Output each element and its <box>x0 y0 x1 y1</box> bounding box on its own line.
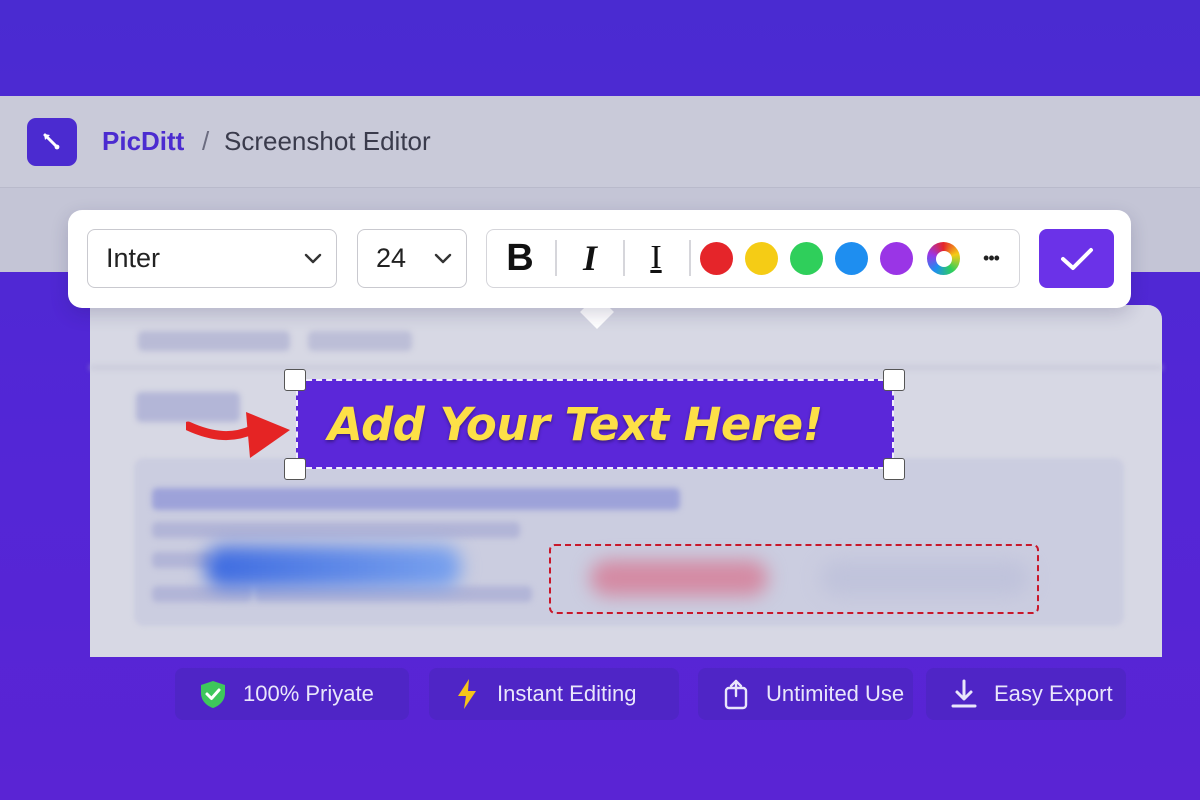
feature-badge: Easy Export <box>926 668 1126 720</box>
text-annotation-content[interactable]: Add Your Text Here! <box>328 398 823 451</box>
color-swatch-purple[interactable] <box>880 242 913 275</box>
share-icon <box>720 678 752 710</box>
feature-badge: 100% Priyate <box>175 668 409 720</box>
app-header: PicDitt / Screenshot Editor <box>0 96 1200 188</box>
divider <box>689 240 691 276</box>
more-icon: ••• <box>983 247 1000 268</box>
blurred-content <box>138 331 290 351</box>
bold-label: B <box>506 236 534 279</box>
brand-name[interactable]: PicDitt <box>102 126 184 157</box>
feature-label: Untimited Use <box>766 681 905 706</box>
blurred-content <box>152 522 520 538</box>
lightning-icon <box>451 678 483 710</box>
font-family-value: Inter <box>106 243 161 273</box>
chevron-down-icon <box>434 253 452 263</box>
feature-badge: Instant Editing <box>429 668 679 720</box>
resize-handle-top-left[interactable] <box>284 369 306 391</box>
more-options-button[interactable]: ••• <box>971 230 1011 286</box>
blurred-content <box>308 331 412 351</box>
feature-badge: Untimited Use <box>698 668 913 720</box>
resize-handle-bottom-left[interactable] <box>284 458 306 480</box>
underline-button[interactable]: I <box>633 230 679 286</box>
custom-color-center <box>935 250 952 267</box>
underline-label: I <box>650 239 662 276</box>
blurred-button <box>205 546 461 588</box>
breadcrumb-current: Screenshot Editor <box>224 126 431 156</box>
resize-handle-top-right[interactable] <box>883 369 905 391</box>
italic-label: I <box>582 238 597 278</box>
blurred-content <box>152 586 252 602</box>
app-logo[interactable] <box>27 118 77 166</box>
blurred-content <box>90 366 1162 369</box>
font-size-select[interactable]: 24 <box>357 229 467 288</box>
divider <box>623 240 625 276</box>
download-icon <box>948 678 980 710</box>
text-annotation-box[interactable]: Add Your Text Here! <box>296 379 894 469</box>
feature-label: 100% Priyate <box>243 681 374 706</box>
color-swatch-green[interactable] <box>790 242 823 275</box>
chevron-down-icon <box>304 253 322 263</box>
resize-handle-bottom-right[interactable] <box>883 458 905 480</box>
blurred-content <box>152 488 680 510</box>
feature-label: Instant Editing <box>497 681 637 706</box>
color-swatch-red[interactable] <box>700 242 733 275</box>
check-icon <box>1060 247 1093 270</box>
italic-button[interactable]: I <box>567 230 613 286</box>
feature-label: Easy Export <box>994 681 1113 706</box>
picker-icon <box>43 133 60 150</box>
breadcrumb-separator: / <box>202 126 210 156</box>
redaction-box[interactable] <box>549 544 1039 614</box>
format-group: B I I ••• <box>486 229 1020 288</box>
font-family-select[interactable]: Inter <box>87 229 337 288</box>
custom-color-icon[interactable] <box>927 242 960 275</box>
font-size-value: 24 <box>376 243 407 273</box>
shield-check-icon <box>197 678 229 710</box>
color-swatch-blue[interactable] <box>835 242 868 275</box>
confirm-button[interactable] <box>1039 229 1114 288</box>
blurred-content <box>152 552 212 568</box>
color-swatch-yellow[interactable] <box>745 242 778 275</box>
bold-button[interactable]: B <box>497 230 543 286</box>
divider <box>555 240 557 276</box>
text-format-toolbar: Inter 24 B I I ••• <box>68 210 1131 308</box>
arrow-annotation[interactable] <box>186 408 292 464</box>
blurred-content <box>255 586 532 602</box>
